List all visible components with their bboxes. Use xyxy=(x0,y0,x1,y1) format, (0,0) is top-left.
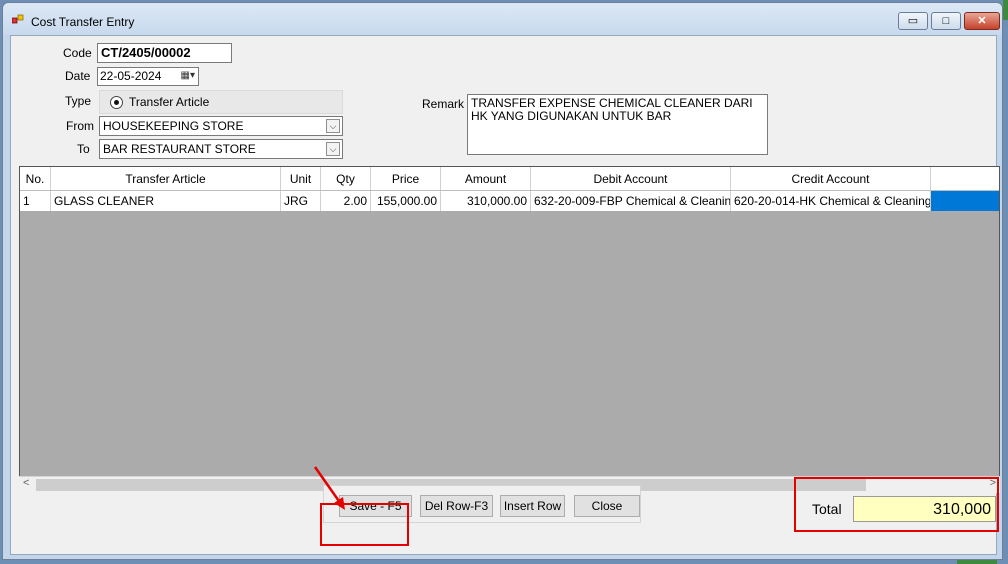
date-value: 22-05-2024 xyxy=(100,69,162,83)
remark-textarea[interactable]: TRANSFER EXPENSE CHEMICAL CLEANER DARI H… xyxy=(467,94,768,155)
red-arrow-icon xyxy=(313,466,345,510)
column-header[interactable]: Transfer Article xyxy=(51,167,281,190)
grid-header: No. Transfer Article Unit Qty Price Amou… xyxy=(20,167,999,191)
from-combo[interactable]: HOUSEKEEPING STORE ⌵ xyxy=(99,116,343,136)
chevron-down-icon[interactable]: ⌵ xyxy=(326,119,340,133)
close-window-button[interactable]: ✕ xyxy=(964,12,1000,30)
remark-label: Remark xyxy=(422,97,465,111)
column-header-blank xyxy=(931,167,999,190)
table-cell[interactable]: 620-20-014-HK Chemical & Cleaning S... xyxy=(731,191,931,211)
selected-cell[interactable] xyxy=(931,191,999,211)
title-bar: Cost Transfer Entry ▭ □ ✕ xyxy=(3,3,1002,35)
to-combo[interactable]: BAR RESTAURANT STORE ⌵ xyxy=(99,139,343,159)
app-icon xyxy=(12,14,24,24)
table-cell[interactable]: 310,000.00 xyxy=(441,191,531,211)
table-cell[interactable]: JRG xyxy=(281,191,321,211)
maximize-icon: □ xyxy=(942,15,950,27)
table-cell[interactable]: 1 xyxy=(20,191,51,211)
code-label: Code xyxy=(63,46,92,60)
column-header[interactable]: Amount xyxy=(441,167,531,190)
transfer-grid[interactable]: No. Transfer Article Unit Qty Price Amou… xyxy=(19,166,1000,493)
date-label: Date xyxy=(65,69,91,83)
table-cell[interactable]: 632-20-009-FBP Chemical & Cleaning ... xyxy=(531,191,731,211)
date-picker[interactable]: 22-05-2024 ▦▾ xyxy=(97,67,199,86)
desktop-edge xyxy=(1003,0,1008,20)
type-label: Type xyxy=(65,94,92,108)
close-button[interactable]: Close xyxy=(574,495,640,517)
code-field[interactable]: CT/2405/00002 xyxy=(97,43,232,63)
column-header[interactable]: Credit Account xyxy=(731,167,931,190)
to-label: To xyxy=(77,142,90,156)
table-cell[interactable]: 2.00 xyxy=(321,191,371,211)
transfer-article-radio-label[interactable]: Transfer Article xyxy=(129,95,209,109)
column-header[interactable]: Debit Account xyxy=(531,167,731,190)
from-label: From xyxy=(66,119,94,133)
total-highlight-box xyxy=(794,477,999,532)
table-row[interactable]: 1 GLASS CLEANER JRG 2.00 155,000.00 310,… xyxy=(20,191,999,211)
calendar-dropdown-icon[interactable]: ▦▾ xyxy=(181,70,195,81)
minimize-icon: ▭ xyxy=(907,15,919,27)
to-value: BAR RESTAURANT STORE xyxy=(103,142,256,156)
del-row-button[interactable]: Del Row-F3 xyxy=(420,495,493,517)
scroll-left-icon[interactable]: < xyxy=(23,477,29,489)
table-cell[interactable]: GLASS CLEANER xyxy=(51,191,281,211)
maximize-button[interactable]: □ xyxy=(931,12,961,30)
minimize-button[interactable]: ▭ xyxy=(898,12,928,30)
chevron-down-icon[interactable]: ⌵ xyxy=(326,142,340,156)
column-header[interactable]: Qty xyxy=(321,167,371,190)
type-group: Transfer Article xyxy=(99,90,343,114)
column-header[interactable]: Price xyxy=(371,167,441,190)
column-header[interactable]: No. xyxy=(20,167,51,190)
column-header[interactable]: Unit xyxy=(281,167,321,190)
transfer-article-radio[interactable] xyxy=(110,96,123,109)
window-title: Cost Transfer Entry xyxy=(31,15,135,29)
from-value: HOUSEKEEPING STORE xyxy=(103,119,244,133)
table-cell[interactable]: 155,000.00 xyxy=(371,191,441,211)
insert-row-button[interactable]: Insert Row xyxy=(500,495,565,517)
close-icon: ✕ xyxy=(977,15,987,27)
